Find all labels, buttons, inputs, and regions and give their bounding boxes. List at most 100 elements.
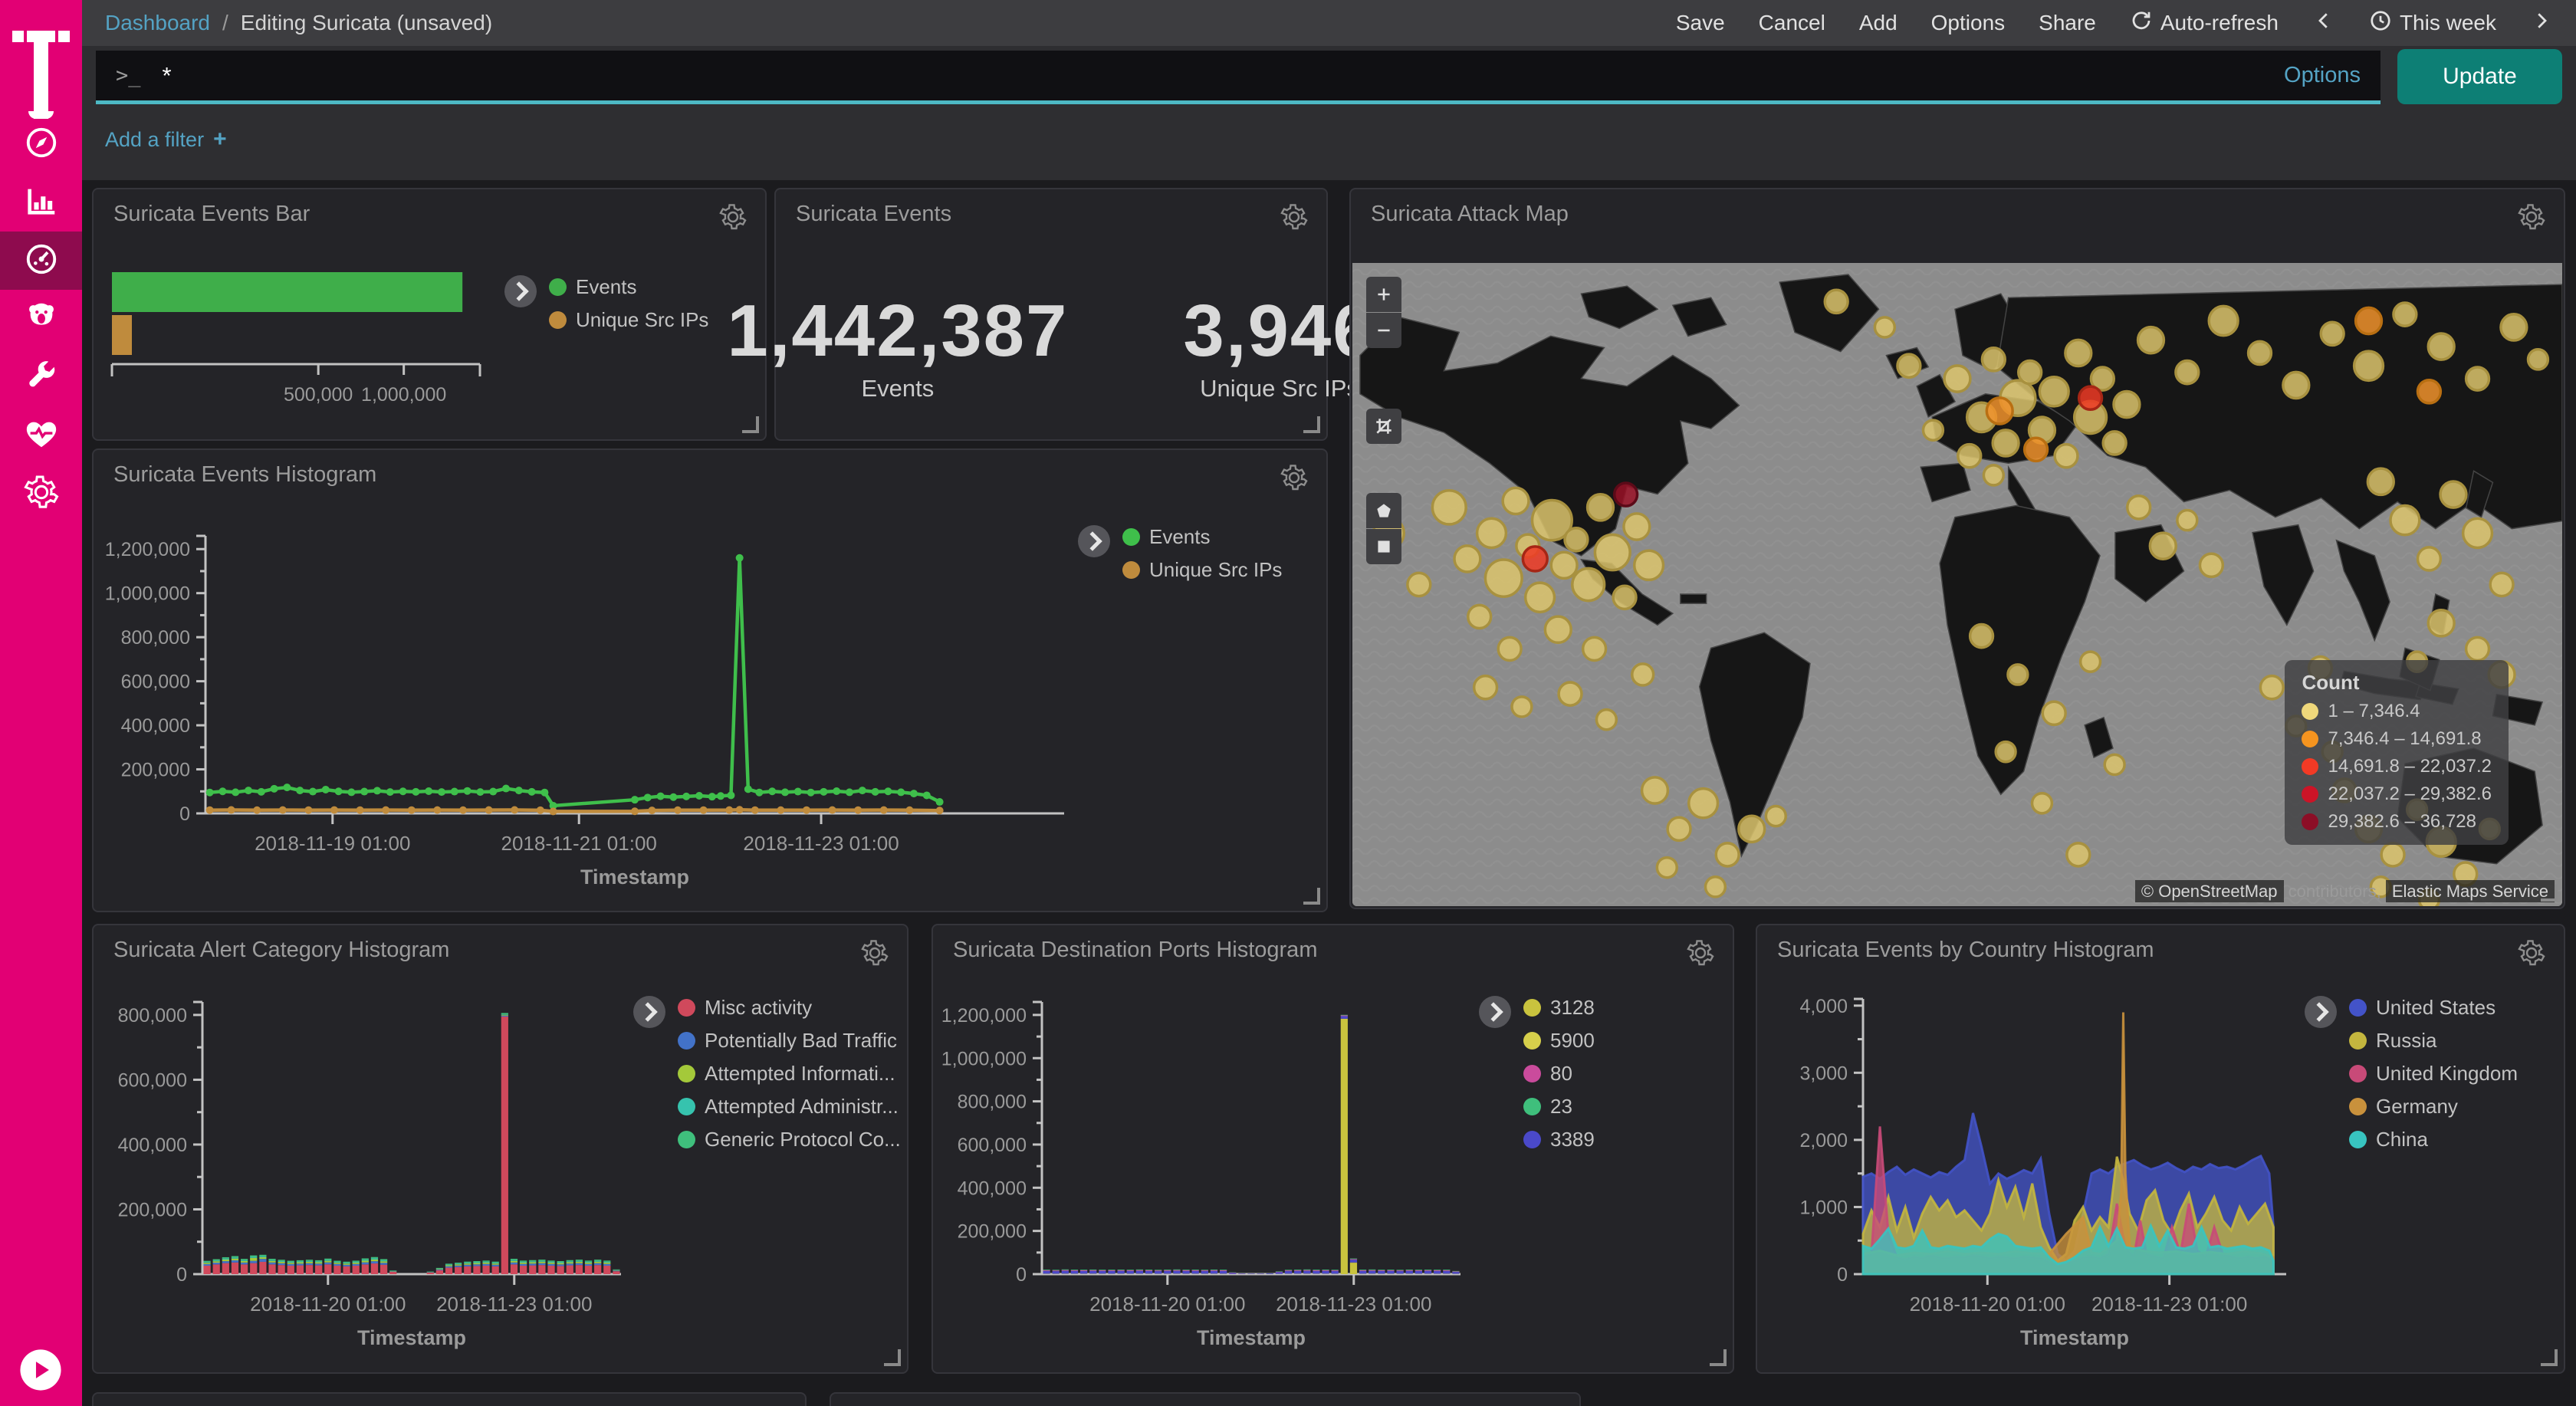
time-back-button[interactable] — [2312, 9, 2335, 38]
time-forward-button[interactable] — [2530, 9, 2553, 38]
time-picker-button[interactable]: This week — [2369, 9, 2496, 38]
sidebar-item-bear[interactable] — [0, 290, 82, 348]
legend-item[interactable]: Potentially Bad Traffic — [678, 1029, 901, 1053]
svg-text:200,000: 200,000 — [958, 1221, 1027, 1243]
panel-suricata-events-histogram[interactable]: Suricata Events Histogram 0200,000400,00… — [92, 448, 1328, 912]
resize-handle[interactable] — [1710, 1349, 1727, 1366]
panel-stub[interactable] — [830, 1392, 1581, 1406]
panel-suricata-events-metric[interactable]: Suricata Events 1,442,387 Events 3,946 U… — [774, 188, 1328, 441]
zoom-out-button[interactable] — [1366, 313, 1401, 348]
panel-title[interactable]: Suricata Events Bar — [113, 202, 310, 227]
resize-handle[interactable] — [1303, 416, 1320, 433]
attack-dot — [1596, 710, 1616, 730]
legend-toggle-icon[interactable] — [2305, 996, 2337, 1028]
legend-dot — [2349, 999, 2367, 1017]
legend-label: 3128 — [1550, 996, 1595, 1020]
resize-handle[interactable] — [1303, 888, 1320, 905]
draw-polygon-button[interactable] — [1366, 493, 1401, 528]
legend-item[interactable]: Germany — [2349, 1095, 2518, 1119]
crop-fit-icon[interactable] — [1366, 409, 1401, 444]
attack-dot — [1739, 816, 1765, 842]
svg-text:0: 0 — [1016, 1264, 1027, 1286]
legend-item[interactable]: China — [2349, 1128, 2518, 1151]
add-button[interactable]: Add — [1859, 11, 1898, 35]
attack-dot — [1477, 518, 1506, 547]
attack-dot — [1993, 430, 2019, 456]
panel-suricata-attack-map[interactable]: Suricata Attack Map — [1349, 188, 2565, 909]
breadcrumb-dashboard-link[interactable]: Dashboard — [105, 11, 210, 35]
ems-attribution-link[interactable]: Elastic Maps Service — [2386, 880, 2555, 902]
gear-icon — [24, 475, 59, 514]
sidebar-item-dashboard[interactable] — [0, 232, 82, 290]
panel-suricata-events-by-country-histogram[interactable]: Suricata Events by Country Histogram 01,… — [1756, 924, 2565, 1374]
legend-item[interactable]: 80 — [1523, 1062, 1595, 1086]
attack-dot — [1545, 616, 1571, 642]
legend-dot — [1523, 1065, 1541, 1082]
cancel-button[interactable]: Cancel — [1759, 11, 1825, 35]
legend-label: 80 — [1550, 1062, 1572, 1086]
legend-toggle-icon[interactable] — [1479, 996, 1511, 1028]
legend-toggle-icon[interactable] — [504, 275, 537, 307]
legend-dot — [2349, 1065, 2367, 1082]
sidebar-item-management[interactable] — [0, 465, 82, 523]
legend-item[interactable]: Russia — [2349, 1029, 2518, 1053]
query-options-link[interactable]: Options — [2284, 63, 2361, 88]
legend-item[interactable]: 3389 — [1523, 1128, 1595, 1151]
legend-item[interactable]: Attempted Administr... — [678, 1095, 901, 1119]
events-histogram-chart: 0200,000400,000600,000800,0001,000,0001,… — [94, 450, 1326, 911]
legend-toggle-icon[interactable] — [1078, 525, 1110, 557]
nav-collapse-button[interactable] — [18, 1348, 63, 1392]
panel-gear-icon[interactable] — [2518, 203, 2545, 231]
legend-item[interactable]: Events — [1122, 525, 1282, 549]
resize-handle[interactable] — [2541, 885, 2558, 902]
legend-item[interactable]: 3128 — [1523, 996, 1595, 1020]
attack-dot — [2417, 547, 2440, 570]
panel-stub[interactable] — [92, 1392, 807, 1406]
query-input[interactable]: >_ * Options — [96, 51, 2380, 104]
attack-dot — [2249, 341, 2272, 364]
resize-handle[interactable] — [884, 1349, 901, 1366]
legend-item[interactable]: 5900 — [1523, 1029, 1595, 1053]
legend-item[interactable]: Events — [549, 275, 708, 299]
play-icon — [18, 1382, 63, 1395]
app-sidebar — [0, 0, 82, 1406]
chart-legend: Misc activity Potentially Bad Traffic Atte… — [633, 996, 901, 1151]
legend-item[interactable]: Generic Protocol Co... — [678, 1128, 901, 1151]
panel-gear-icon[interactable] — [719, 203, 747, 231]
zoom-in-button[interactable] — [1366, 277, 1401, 312]
sidebar-item-discover[interactable] — [0, 115, 82, 173]
legend-item[interactable]: Misc activity — [678, 996, 901, 1020]
update-button[interactable]: Update — [2397, 49, 2562, 104]
panel-suricata-events-bar[interactable]: Suricata Events Bar 500,0001,000,000 Eve… — [92, 188, 767, 441]
legend-item[interactable]: Attempted Informati... — [678, 1062, 901, 1086]
panel-suricata-destination-ports-histogram[interactable]: Suricata Destination Ports Histogram 020… — [932, 924, 1734, 1374]
resize-handle[interactable] — [742, 416, 759, 433]
save-button[interactable]: Save — [1676, 11, 1725, 35]
legend-item[interactable]: 23 — [1523, 1095, 1595, 1119]
legend-item[interactable]: Unique Src IPs — [1122, 558, 1282, 582]
share-button[interactable]: Share — [2039, 11, 2096, 35]
attack-dot — [2128, 496, 2150, 519]
draw-rectangle-button[interactable] — [1366, 529, 1401, 564]
auto-refresh-button[interactable]: Auto-refresh — [2130, 9, 2279, 38]
sidebar-item-monitoring[interactable] — [0, 406, 82, 465]
sidebar-item-visualize[interactable] — [0, 173, 82, 232]
resize-handle[interactable] — [2541, 1349, 2558, 1366]
sidebar-item-devtools[interactable] — [0, 348, 82, 406]
legend-toggle-icon[interactable] — [633, 996, 665, 1028]
legend-dot — [1122, 561, 1140, 579]
world-map[interactable]: Count 1 – 7,346.47,346.4 – 14,691.814,69… — [1352, 263, 2562, 906]
panel-title[interactable]: Suricata Attack Map — [1371, 202, 1569, 227]
panel-title[interactable]: Suricata Events — [796, 202, 951, 227]
legend-item[interactable]: United States — [2349, 996, 2518, 1020]
osm-attribution-link[interactable]: © OpenStreetMap — [2135, 880, 2284, 902]
attack-dot — [2390, 506, 2420, 535]
legend-item[interactable]: Unique Src IPs — [549, 308, 708, 332]
legend-item[interactable]: United Kingdom — [2349, 1062, 2518, 1086]
options-button[interactable]: Options — [1931, 11, 2006, 35]
panel-suricata-alert-category-histogram[interactable]: Suricata Alert Category Histogram 0200,0… — [92, 924, 909, 1374]
add-filter-link[interactable]: Add a filter + — [105, 126, 227, 153]
attack-dot — [2079, 386, 2102, 409]
panel-gear-icon[interactable] — [1280, 203, 1308, 231]
legend-label: Potentially Bad Traffic — [705, 1029, 897, 1053]
